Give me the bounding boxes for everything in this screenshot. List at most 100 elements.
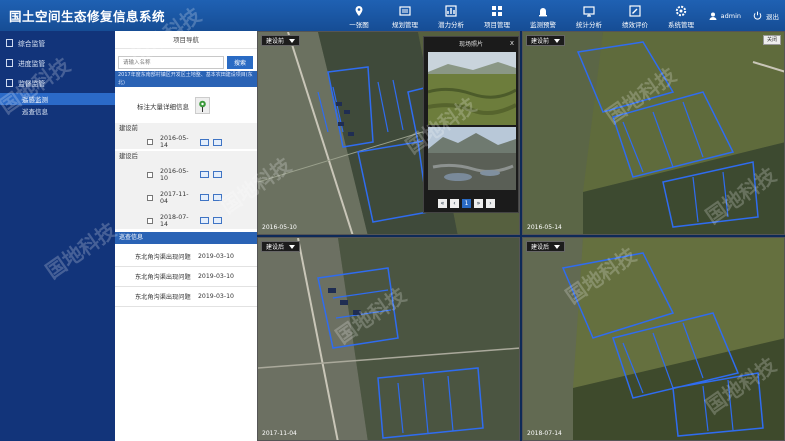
alarm-icon (536, 4, 550, 17)
chart-icon (444, 4, 458, 17)
user-area: admin 退出 (709, 0, 779, 31)
satellite-image (523, 32, 784, 234)
nav-item-potential[interactable]: 潜力分析 (428, 0, 474, 31)
project-item[interactable]: 2017年度东南部村镇区开发区土地整、基本农田建设项目(东北) (115, 71, 257, 87)
chevron-down-icon (554, 38, 561, 43)
username: admin (720, 11, 741, 20)
grid-icon (490, 4, 504, 17)
site-photo[interactable] (428, 127, 516, 190)
popup-title: 现场照片 (458, 41, 483, 48)
edit-icon (628, 4, 642, 17)
phase-dropdown[interactable]: 建设后 (261, 241, 301, 252)
next-page-button[interactable]: › (486, 199, 495, 208)
date-row: 2016-05-10 (115, 163, 257, 186)
photo-icon[interactable] (213, 171, 222, 178)
photo-popup: 现场照片 x « ‹ 1 » › (423, 36, 519, 213)
map-grid: 建设前 2016-05-10 建设前 关闭 2016-05-14 建设后 201… (257, 31, 785, 441)
date-checkbox[interactable] (147, 217, 153, 224)
close-button[interactable]: 关闭 (763, 35, 781, 45)
phase-dropdown[interactable]: 建设前 (261, 35, 301, 46)
flag-row: 标注大量详细信息 (137, 97, 210, 114)
nav-item-map[interactable]: 一张图 (336, 0, 382, 31)
date-row: 2018-07-14 (115, 209, 257, 232)
photo-pager: « ‹ 1 » › (438, 199, 495, 208)
power-icon[interactable] (753, 11, 762, 20)
phase-dropdown[interactable]: 建设前 (526, 35, 566, 46)
top-nav: 一张图 规划管理 潜力分析 项目管理 监测预警 统计分析 绩效评价 系统管理 (336, 0, 704, 31)
map-view-top-right[interactable]: 建设前 关闭 2016-05-14 (522, 31, 785, 235)
before-label: 建设前 (119, 125, 138, 132)
map-view-bottom-right[interactable]: 建设后 2018-07-14 (522, 237, 785, 441)
map-date: 2017-11-04 (262, 430, 297, 437)
map-date: 2016-05-14 (527, 224, 562, 231)
image-icon[interactable] (200, 138, 209, 146)
patrol-result-row[interactable]: 东北角沟渠出现问题 2019-03-10 (115, 287, 257, 307)
sidebar-item-progress[interactable]: 进度监管 (0, 53, 115, 73)
patrol-result-row[interactable]: 东北角沟渠出现问题 2019-03-10 (115, 267, 257, 287)
search-button[interactable]: 搜索 (227, 56, 253, 69)
sidebar-subitem-patrol[interactable]: 巡查信息 (0, 105, 115, 117)
patrol-results-header: 巡查信息 (115, 232, 257, 244)
image-icon[interactable] (200, 217, 209, 224)
date-checkbox[interactable] (147, 194, 153, 201)
site-photo[interactable] (428, 52, 516, 125)
after-label: 建设后 (119, 153, 138, 160)
document-icon (6, 39, 13, 47)
search-input[interactable] (118, 56, 224, 69)
photo-icon[interactable] (213, 194, 222, 201)
patrol-result-row[interactable]: 东北角沟渠出现问题 2019-03-10 (115, 247, 257, 267)
date-row: 2017-11-04 (115, 186, 257, 209)
satellite-image (258, 238, 519, 440)
gear-icon (674, 4, 688, 17)
chevron-down-icon (289, 244, 296, 249)
last-page-button[interactable]: » (474, 199, 483, 208)
nav-item-evaluation[interactable]: 绩效评价 (612, 0, 658, 31)
sidebar-subitem-remote-sensing[interactable]: 遥感监测 (0, 93, 115, 105)
user-icon (709, 12, 717, 20)
flag-button[interactable] (195, 97, 210, 114)
map-date: 2016-05-10 (262, 224, 297, 231)
photo-icon[interactable] (213, 217, 222, 224)
map-pin-icon (352, 4, 366, 17)
popup-header: 现场照片 x (424, 37, 518, 50)
first-page-button[interactable]: « (438, 199, 447, 208)
photo-icon[interactable] (213, 138, 222, 146)
date-row: 2016-05-14 (115, 135, 257, 149)
image-icon[interactable] (200, 171, 209, 178)
location-pin-icon (199, 100, 206, 112)
before-group: 建设前 2016-05-14 (115, 123, 257, 149)
document-icon (6, 79, 13, 87)
sidebar-item-overall[interactable]: 综合监管 (0, 33, 115, 53)
map-view-bottom-left[interactable]: 建设后 2017-11-04 (257, 237, 520, 441)
landscape-photo (428, 127, 516, 190)
nav-item-system[interactable]: 系统管理 (658, 0, 704, 31)
page-1-button[interactable]: 1 (462, 199, 471, 208)
prev-page-button[interactable]: ‹ (450, 199, 459, 208)
phase-dropdown[interactable]: 建设后 (526, 241, 566, 252)
map-date: 2018-07-14 (527, 430, 562, 437)
landscape-photo (428, 52, 516, 125)
nav-item-project[interactable]: 项目管理 (474, 0, 520, 31)
panel-title: 项目导航 (115, 31, 257, 49)
date-checkbox[interactable] (147, 171, 153, 178)
monitor-icon (582, 4, 596, 17)
search-row: 搜索 (118, 56, 253, 69)
logout-button[interactable]: 退出 (766, 11, 779, 21)
image-icon[interactable] (200, 194, 209, 201)
nav-item-monitor[interactable]: 监测预警 (520, 0, 566, 31)
nav-item-statistics[interactable]: 统计分析 (566, 0, 612, 31)
date-checkbox[interactable] (147, 139, 153, 145)
sidebar-item-supervision[interactable]: 监督监管 (0, 73, 115, 93)
nav-item-planning[interactable]: 规划管理 (382, 0, 428, 31)
project-panel: 项目导航 搜索 2017年度东南部村镇区开发区土地整、基本农田建设项目(东北) … (115, 31, 257, 441)
chevron-down-icon (289, 38, 296, 43)
after-group: 建设后 2016-05-10 2017-11-04 2018-07-14 (115, 151, 257, 229)
chevron-down-icon (554, 244, 561, 249)
satellite-image (523, 238, 784, 440)
app-header: 国土空间生态修复信息系统 一张图 规划管理 潜力分析 项目管理 监测预警 统计分… (0, 0, 785, 31)
flag-label: 标注大量详细信息 (137, 102, 189, 111)
sidebar: 综合监管 进度监管 监督监管 遥感监测 巡查信息 (0, 31, 115, 441)
app-title: 国土空间生态修复信息系统 (9, 9, 166, 24)
close-icon[interactable]: x (510, 39, 514, 47)
document-icon (6, 59, 13, 67)
